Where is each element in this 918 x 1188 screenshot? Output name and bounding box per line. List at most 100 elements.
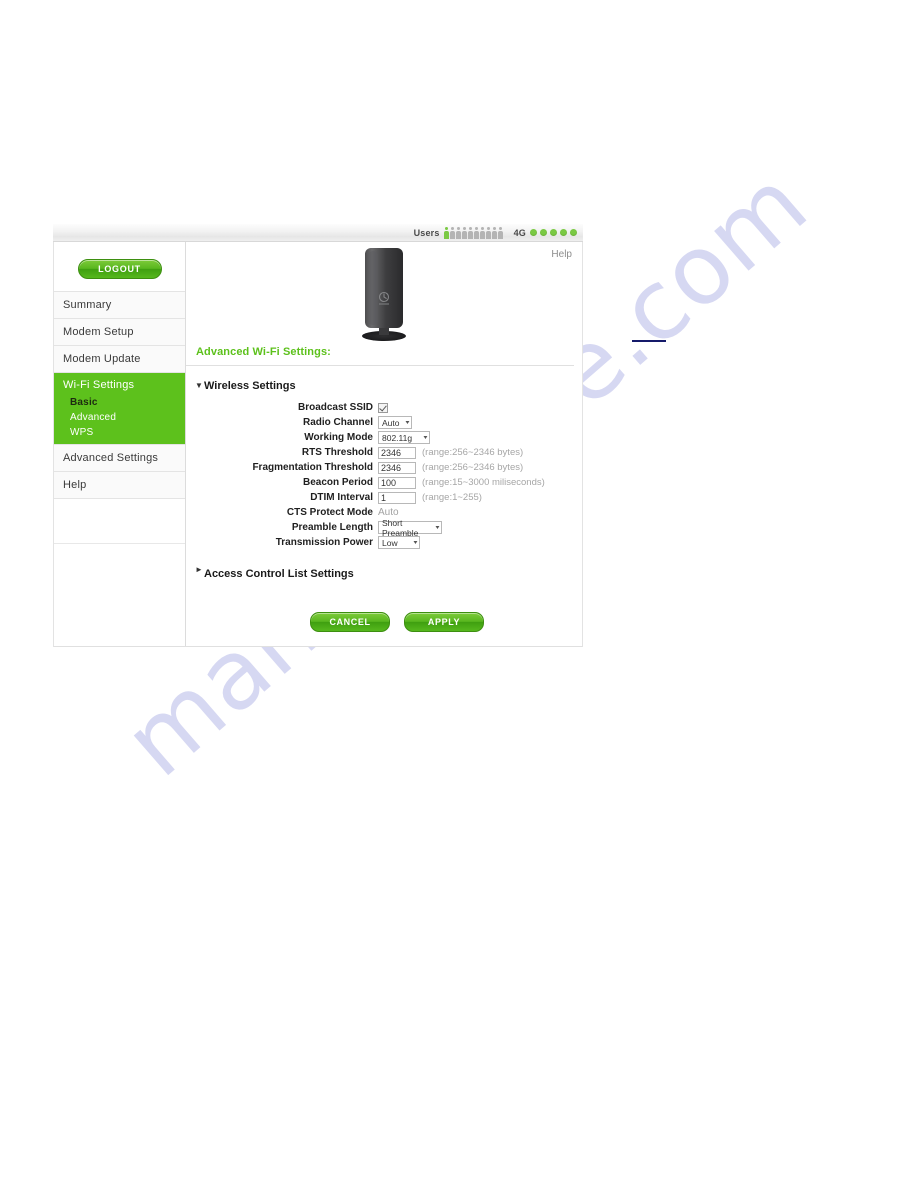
preamble-length-select[interactable]: Short Preamble ▾ <box>378 518 442 538</box>
sidebar-item-wifi-basic[interactable]: Basic <box>54 395 185 410</box>
user-figure-icon <box>485 226 491 239</box>
rts-threshold-hint: (range:256~2346 bytes) <box>422 447 524 458</box>
user-figure-icon <box>473 226 479 239</box>
form-row: RTS Threshold (range:256~2346 bytes) <box>186 445 582 460</box>
user-figure-icon <box>479 226 485 239</box>
sidebar-item-wifi-settings[interactable]: Wi-Fi Settings <box>54 372 185 395</box>
working-mode-select-value: 802.11g <box>382 432 413 443</box>
rts-threshold-input[interactable] <box>378 446 416 459</box>
apply-button[interactable]: APPLY <box>404 612 484 632</box>
sidebar-item-summary[interactable]: Summary <box>54 291 185 318</box>
cancel-button[interactable]: CANCEL <box>310 612 390 632</box>
beacon-period-hint: (range:15~3000 miliseconds) <box>422 477 545 488</box>
field-control: (range:1~255) <box>378 491 482 504</box>
form-action-buttons: CANCEL APPLY <box>212 588 582 646</box>
user-figure-icon <box>491 226 497 239</box>
logout-button[interactable]: LOGOUT <box>77 259 162 279</box>
form-row: Preamble Length Short Preamble ▾ <box>186 518 582 538</box>
form-row: DTIM Interval (range:1~255) <box>186 490 582 505</box>
preamble-length-select-value: Short Preamble <box>382 517 419 538</box>
field-label: Working Mode <box>304 432 373 443</box>
user-figure-icon <box>443 226 449 239</box>
signal-strength-dots <box>530 229 577 236</box>
sidebar-item-modem-update[interactable]: Modem Update <box>54 345 185 372</box>
help-link[interactable]: Help <box>551 249 572 260</box>
signal-dot-icon <box>570 229 577 236</box>
chevron-down-icon: ▾ <box>435 525 440 531</box>
logout-wrapper: LOGOUT <box>54 254 185 291</box>
form-row: Fragmentation Threshold (range:256~2346 b… <box>186 460 582 475</box>
dtim-interval-input[interactable] <box>378 491 416 504</box>
beacon-period-input[interactable] <box>378 476 416 489</box>
form-row: Broadcast SSID <box>186 400 582 415</box>
sidebar-item-modem-setup[interactable]: Modem Setup <box>54 318 185 345</box>
field-label: CTS Protect Mode <box>286 507 373 518</box>
connected-users-icons <box>443 226 503 239</box>
form-row: Transmission Power Low ▾ <box>186 535 582 550</box>
blue-rule-mark <box>632 340 666 342</box>
fragmentation-threshold-hint: (range:256~2346 bytes) <box>422 462 524 473</box>
field-label: Beacon Period <box>302 477 373 488</box>
field-control: Low ▾ <box>378 536 420 549</box>
sidebar-nav: LOGOUT Summary Modem Setup Modem Update … <box>54 242 186 646</box>
working-mode-select[interactable]: 802.11g ▾ <box>378 431 430 444</box>
transmission-power-select[interactable]: Low ▾ <box>378 536 420 549</box>
content-panel: Help Advanced Wi-Fi Settings: ▼ Wireless… <box>186 242 582 646</box>
field-control: (range:15~3000 miliseconds) <box>378 476 545 489</box>
signal-dot-icon <box>540 229 547 236</box>
window-body: LOGOUT Summary Modem Setup Modem Update … <box>53 242 583 647</box>
form-row: Beacon Period (range:15~3000 miliseconds) <box>186 475 582 490</box>
radio-channel-select[interactable]: Auto ▾ <box>378 416 412 429</box>
sidebar-item-wifi-advanced[interactable]: Advanced <box>54 410 185 425</box>
sidebar-spacer <box>54 498 185 543</box>
field-control: Auto ▾ <box>378 416 412 429</box>
field-label: Broadcast SSID <box>297 402 373 413</box>
section-toggle-access-control-list[interactable]: ► Access Control List Settings <box>186 550 582 588</box>
field-label: RTS Threshold <box>301 447 373 458</box>
radio-channel-select-value: Auto <box>382 417 400 428</box>
caret-right-icon: ► <box>195 565 203 574</box>
chevron-down-icon: ▾ <box>405 420 410 426</box>
chevron-down-icon: ▾ <box>413 540 418 546</box>
content-header: Help <box>186 242 582 346</box>
sidebar-group-wifi-settings: Wi-Fi Settings Basic Advanced WPS <box>54 372 185 444</box>
field-control: (range:256~2346 bytes) <box>378 461 524 474</box>
caret-down-icon: ▼ <box>195 381 203 390</box>
user-figure-icon <box>497 226 503 239</box>
field-label: Radio Channel <box>302 417 373 428</box>
users-label: Users <box>413 227 440 238</box>
user-figure-icon <box>467 226 473 239</box>
sidebar-item-wifi-wps[interactable]: WPS <box>54 425 185 444</box>
section-toggle-wireless-settings[interactable]: ▼ Wireless Settings <box>186 366 582 400</box>
sidebar-item-help[interactable]: Help <box>54 471 185 498</box>
field-label: Transmission Power <box>275 537 373 548</box>
signal-dot-icon <box>530 229 537 236</box>
user-figure-icon <box>461 226 467 239</box>
field-label: Preamble Length <box>291 522 373 533</box>
field-control: (range:256~2346 bytes) <box>378 446 524 459</box>
broadcast-ssid-checkbox[interactable] <box>378 402 388 413</box>
field-label: Fragmentation Threshold <box>252 462 373 473</box>
user-figure-icon <box>455 226 461 239</box>
users-status-group: Users <box>413 226 514 239</box>
field-control <box>378 402 388 413</box>
dtim-interval-hint: (range:1~255) <box>422 492 482 503</box>
wireless-settings-form: Broadcast SSID Radio Channel Auto ▾ Working … <box>186 400 582 550</box>
signal-dot-icon <box>550 229 557 236</box>
cts-protect-mode-value: Auto <box>378 507 399 518</box>
field-control: Auto <box>378 507 399 518</box>
form-row: Working Mode 802.11g ▾ <box>186 430 582 445</box>
router-admin-window: Users 4G LOGOUT Summary Modem Setup Mode… <box>53 224 583 647</box>
network-status-group: 4G <box>514 228 577 238</box>
user-figure-icon <box>449 226 455 239</box>
signal-dot-icon <box>560 229 567 236</box>
network-type-label: 4G <box>513 227 526 238</box>
fragmentation-threshold-input[interactable] <box>378 461 416 474</box>
page-title: Advanced Wi-Fi Settings: <box>186 346 574 366</box>
chevron-down-icon: ▾ <box>423 435 428 441</box>
field-label: DTIM Interval <box>310 492 373 503</box>
field-control: Short Preamble ▾ <box>378 518 442 538</box>
sidebar-bottom-panel <box>54 543 185 584</box>
sidebar-item-advanced-settings[interactable]: Advanced Settings <box>54 444 185 471</box>
form-row: Radio Channel Auto ▾ <box>186 415 582 430</box>
